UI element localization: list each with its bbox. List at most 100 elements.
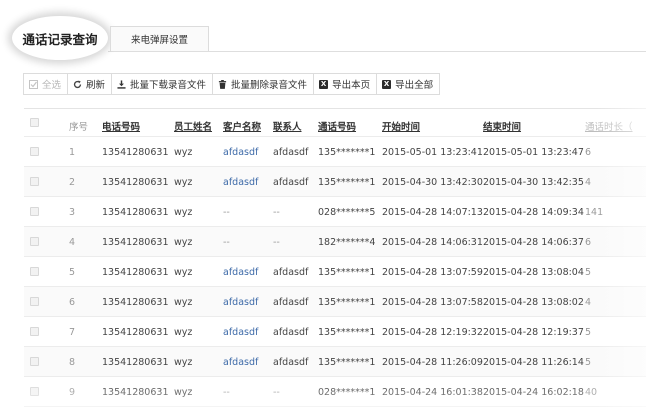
row-customer-link[interactable]: afdasdf xyxy=(223,267,258,278)
row-end-time: 2015-04-28 11:26:14 xyxy=(483,357,584,368)
row-checkbox[interactable] xyxy=(30,387,39,396)
export-page-label: 导出本页 xyxy=(332,80,371,91)
row-customer-link[interactable]: afdasdf xyxy=(223,327,258,338)
row-checkbox[interactable] xyxy=(30,267,39,276)
row-customer-link: -- xyxy=(223,207,230,218)
row-seq: 9 xyxy=(69,387,76,398)
row-staff: wyz xyxy=(174,267,193,278)
refresh-icon xyxy=(73,80,82,89)
row-end-time: 2015-04-28 14:06:37 xyxy=(483,237,584,248)
table-row: 2 13541280631 wyz afdasdf afdasdf 135*******1… xyxy=(24,167,646,197)
row-checkbox[interactable] xyxy=(30,177,39,186)
row-customer-link[interactable]: afdasdf xyxy=(223,357,258,368)
row-staff: wyz xyxy=(174,297,193,308)
row-staff: wyz xyxy=(174,177,193,188)
excel-icon: X xyxy=(319,79,329,89)
row-start-time: 2015-04-28 14:06:31 xyxy=(382,237,483,248)
row-call-number: 135*******1 xyxy=(318,177,376,188)
row-staff: wyz xyxy=(174,327,193,338)
row-duration: 5 xyxy=(585,357,592,368)
row-start-time: 2015-04-28 13:07:58 xyxy=(382,297,483,308)
row-contact: -- xyxy=(273,387,280,398)
row-duration: 141 xyxy=(585,207,604,218)
tab-call-records[interactable]: 通话记录查询 xyxy=(12,16,108,60)
row-customer-link[interactable]: afdasdf xyxy=(223,297,258,308)
row-call-number: 028*******5 xyxy=(318,207,376,218)
header-duration[interactable]: 通话时长（ xyxy=(585,119,633,133)
header-contact[interactable]: 联系人 xyxy=(273,119,302,133)
row-checkbox[interactable] xyxy=(30,327,39,336)
row-staff: wyz xyxy=(174,147,193,158)
row-contact: afdasdf xyxy=(273,297,309,308)
row-call-number: 182*******4 xyxy=(318,237,376,248)
tab-popup-settings[interactable]: 来电弹屏设置 xyxy=(110,26,209,51)
row-staff: wyz xyxy=(174,237,193,248)
row-checkbox[interactable] xyxy=(30,357,39,366)
header-call-number[interactable]: 通话号码 xyxy=(318,119,356,133)
select-all-label: 全选 xyxy=(42,80,62,91)
header-start-time[interactable]: 开始时间 xyxy=(382,119,420,133)
table-body: 1 13541280631 wyz afdasdf afdasdf 135*******1… xyxy=(24,137,646,407)
batch-download-button[interactable]: 批量下载录音文件 xyxy=(111,73,214,95)
row-phone: 13541280631 xyxy=(102,177,169,188)
header-staff[interactable]: 员工姓名 xyxy=(174,119,212,133)
row-contact: afdasdf xyxy=(273,267,309,278)
header-end-time[interactable]: 结束时间 xyxy=(483,119,521,133)
toolbar: 全选 刷新 批量下载录音文件 批量删除录音文件 X 导出本页 X 导出全部 xyxy=(23,73,441,95)
batch-download-label: 批量下载录音文件 xyxy=(130,80,207,91)
row-duration: 6 xyxy=(585,237,592,248)
row-seq: 8 xyxy=(69,357,76,368)
row-phone: 13541280631 xyxy=(102,297,169,308)
refresh-button[interactable]: 刷新 xyxy=(67,73,113,95)
row-phone: 13541280631 xyxy=(102,387,169,398)
header-seq: 序号 xyxy=(69,122,89,133)
table-row: 6 13541280631 wyz afdasdf afdasdf 135*******1… xyxy=(24,287,646,317)
row-seq: 6 xyxy=(69,297,76,308)
batch-delete-button[interactable]: 批量删除录音文件 xyxy=(212,73,315,95)
row-contact: afdasdf xyxy=(273,327,309,338)
row-checkbox[interactable] xyxy=(30,207,39,216)
row-end-time: 2015-04-28 13:08:04 xyxy=(483,267,584,278)
row-customer-link: -- xyxy=(223,387,230,398)
select-all-checkbox[interactable] xyxy=(30,118,39,127)
table-row: 3 13541280631 wyz -- -- 028*******5 2015-04-28… xyxy=(24,197,646,227)
row-end-time: 2015-04-30 13:42:35 xyxy=(483,177,584,188)
row-duration: 5 xyxy=(585,267,592,278)
row-start-time: 2015-04-24 16:01:38 xyxy=(382,387,483,398)
row-checkbox[interactable] xyxy=(30,297,39,306)
row-phone: 13541280631 xyxy=(102,207,169,218)
row-checkbox[interactable] xyxy=(30,147,39,156)
row-customer-link[interactable]: afdasdf xyxy=(223,177,258,188)
row-end-time: 2015-04-28 13:08:02 xyxy=(483,297,584,308)
export-all-button[interactable]: X 导出全部 xyxy=(376,73,441,95)
row-seq: 3 xyxy=(69,207,76,218)
row-end-time: 2015-04-24 16:02:18 xyxy=(483,387,584,398)
row-duration: 4 xyxy=(585,297,592,308)
row-phone: 13541280631 xyxy=(102,237,169,248)
row-staff: wyz xyxy=(174,207,193,218)
row-checkbox[interactable] xyxy=(30,237,39,246)
row-call-number: 028*******1 xyxy=(318,387,376,398)
export-all-label: 导出全部 xyxy=(395,80,434,91)
row-duration: 5 xyxy=(585,327,592,338)
row-start-time: 2015-04-30 13:42:30 xyxy=(382,177,483,188)
table-row: 7 13541280631 wyz afdasdf afdasdf 135*******1… xyxy=(24,317,646,347)
row-contact: -- xyxy=(273,207,280,218)
select-all-button[interactable]: 全选 xyxy=(23,73,69,95)
row-seq: 1 xyxy=(69,147,76,158)
row-phone: 13541280631 xyxy=(102,147,169,158)
toolbar-divider xyxy=(24,108,646,109)
row-phone: 13541280631 xyxy=(102,357,169,368)
row-call-number: 135*******1 xyxy=(318,267,376,278)
row-customer-link[interactable]: afdasdf xyxy=(223,147,258,158)
row-duration: 40 xyxy=(585,387,598,398)
row-seq: 4 xyxy=(69,237,76,248)
row-contact: afdasdf xyxy=(273,357,309,368)
row-duration: 6 xyxy=(585,147,592,158)
header-customer[interactable]: 客户名称 xyxy=(223,119,261,133)
header-phone[interactable]: 电话号码 xyxy=(102,119,140,133)
row-phone: 13541280631 xyxy=(102,267,169,278)
row-customer-link: -- xyxy=(223,237,230,248)
row-phone: 13541280631 xyxy=(102,327,169,338)
export-page-button[interactable]: X 导出本页 xyxy=(313,73,378,95)
